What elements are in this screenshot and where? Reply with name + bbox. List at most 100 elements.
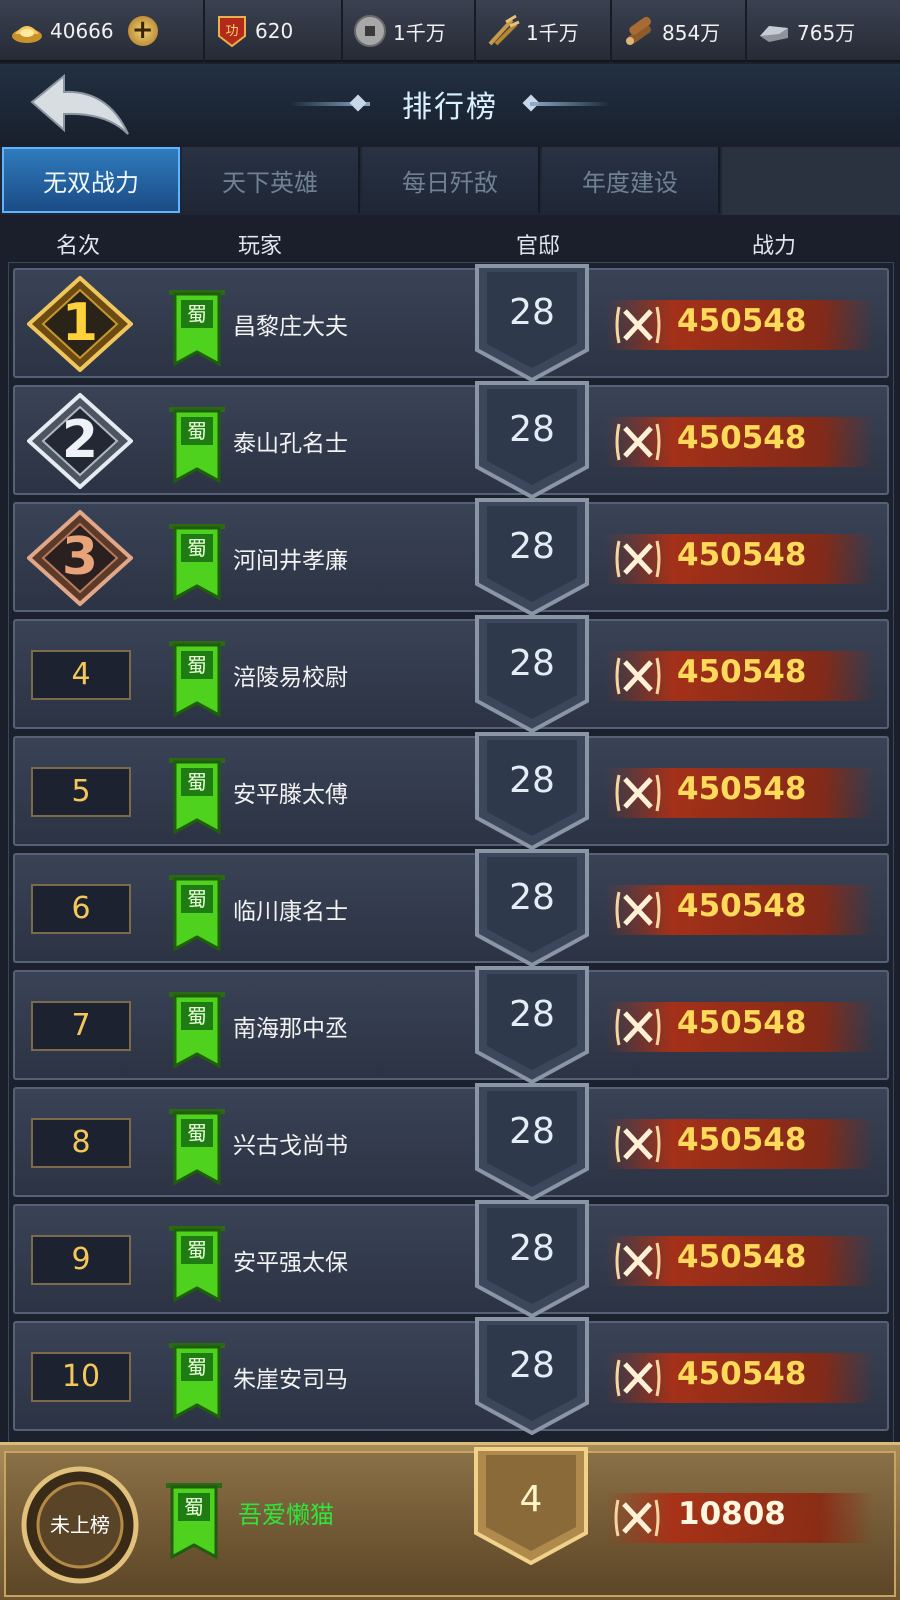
coin-value: 1千万 [393,20,446,45]
mansion-level: 28 [509,292,555,333]
rank-row-8[interactable]: 8 蜀 兴古戈尚书 28 450548 [13,1083,889,1201]
combat-power-value: 450548 [677,1239,807,1275]
shu-banner-icon: 蜀 [166,1483,222,1560]
resource-iron: 765万 [747,0,900,62]
wood-icon [626,16,651,45]
my-ranking-row[interactable]: 未上榜 蜀 吾爱懒猫 4 10808 [0,1442,900,1600]
player-name: 昌黎庄大夫 [233,314,348,340]
combat-power-value: 450548 [677,654,807,690]
title-decoration-right [530,102,610,106]
combat-power-value: 450548 [677,537,807,573]
svg-text:功: 功 [225,24,238,39]
resource-gold: 40666 + [0,0,205,62]
shu-banner-icon: 蜀 [169,992,225,1069]
crossed-swords-icon [615,1242,661,1280]
shu-banner-icon: 蜀 [169,407,225,484]
shu-banner-icon: 蜀 [169,641,225,718]
shu-banner-icon: 蜀 [169,1226,225,1303]
svg-text:蜀: 蜀 [187,536,207,560]
rank-row-6[interactable]: 6 蜀 临川康名士 28 450548 [13,849,889,967]
column-header-mansion: 官邸 [516,234,561,259]
mansion-level: 28 [509,526,555,567]
grain-icon [488,14,520,46]
crossed-swords-icon [614,1499,660,1537]
player-name: 安平滕太傅 [233,782,348,808]
crossed-swords-icon [615,657,661,695]
svg-text:蜀: 蜀 [187,1238,207,1262]
rank-row-7[interactable]: 7 蜀 南海那中丞 28 450548 [13,966,889,1084]
rank-row-5[interactable]: 5 蜀 安平滕太傅 28 450548 [13,732,889,850]
column-header-power: 战力 [752,234,797,259]
combat-power-value: 450548 [677,771,807,807]
player-name: 临川康名士 [233,899,348,925]
grain-value: 1千万 [526,20,579,45]
resource-grain: 1千万 [476,0,612,62]
tabs-filler [722,147,900,215]
player-name: 涪陵易校尉 [233,665,348,691]
gold-ingot-icon [12,26,42,43]
combat-power-value: 450548 [677,1356,807,1392]
my-mansion-level: 4 [519,1479,543,1520]
mansion-level: 28 [509,994,555,1035]
shu-banner-icon: 蜀 [169,875,225,952]
mansion-level: 28 [509,643,555,684]
my-ranking-panel: 未上榜 蜀 吾爱懒猫 4 10808 [4,1447,896,1597]
rank-row-1[interactable]: 1 蜀 昌黎庄大夫 28 450548 [13,264,889,382]
rank-number: 2 [61,410,99,470]
rank-row-2[interactable]: 2 蜀 泰山孔名士 28 450548 [13,381,889,499]
svg-text:蜀: 蜀 [187,419,207,443]
tab-heroes[interactable]: 天下英雄 [182,147,360,213]
gold-value: 40666 [50,19,114,43]
mansion-level: 28 [509,409,555,450]
combat-power-value: 450548 [677,1005,807,1041]
resource-merit: 功 620 [205,0,343,62]
rank-row-10[interactable]: 10 蜀 朱崖安司马 28 450548 [13,1317,889,1435]
svg-text:蜀: 蜀 [187,887,207,911]
rank-number: 10 [31,1352,131,1402]
rank-number: 5 [31,767,131,817]
svg-text:蜀: 蜀 [187,1355,207,1379]
tab-annual-build[interactable]: 年度建设 [542,147,720,213]
resource-coin: 1千万 [343,0,476,62]
copper-coin-icon [354,15,386,47]
shu-banner-icon: 蜀 [169,290,225,367]
crossed-swords-icon [615,1359,661,1397]
column-header-rank: 名次 [56,234,101,259]
svg-text:蜀: 蜀 [187,1004,207,1028]
mansion-level: 28 [509,1111,555,1152]
rank-number: 8 [31,1118,131,1168]
tab-combat-power[interactable]: 无双战力 [2,147,180,213]
mansion-level: 28 [509,760,555,801]
mansion-level: 28 [509,1228,555,1269]
crossed-swords-icon [615,423,661,461]
crossed-swords-icon [615,891,661,929]
rank-number: 1 [61,293,99,353]
player-name: 泰山孔名士 [233,431,348,457]
rank-number: 6 [31,884,131,934]
ranking-tabs: 无双战力 天下英雄 每日歼敌 年度建设 [0,147,900,215]
svg-text:蜀: 蜀 [187,653,207,677]
crossed-swords-icon [615,774,661,812]
rank-row-3[interactable]: 3 蜀 河间井孝廉 28 450548 [13,498,889,616]
shu-banner-icon: 蜀 [169,1109,225,1186]
header: 排行榜 [0,64,900,144]
svg-text:蜀: 蜀 [187,1121,207,1145]
combat-power-value: 450548 [677,1122,807,1158]
svg-text:蜀: 蜀 [184,1495,204,1519]
combat-power-value: 450548 [677,303,807,339]
shu-banner-icon: 蜀 [169,758,225,835]
rank-number: 4 [31,650,131,700]
shu-banner-icon: 蜀 [169,524,225,601]
crossed-swords-icon [615,540,661,578]
add-gold-button[interactable]: + [127,16,158,46]
resource-bar: 40666 + 功 620 1千万 1千万 854万 765万 [0,0,900,62]
mansion-level: 28 [509,877,555,918]
rank-row-9[interactable]: 9 蜀 安平强太保 28 450548 [13,1200,889,1318]
iron-icon [760,26,788,42]
tab-daily-kills[interactable]: 每日歼敌 [362,147,540,213]
rank-row-4[interactable]: 4 蜀 涪陵易校尉 28 450548 [13,615,889,733]
my-combat-power-value: 10808 [678,1496,786,1532]
crossed-swords-icon [615,306,661,344]
mansion-level: 28 [509,1345,555,1386]
svg-text:蜀: 蜀 [187,302,207,326]
